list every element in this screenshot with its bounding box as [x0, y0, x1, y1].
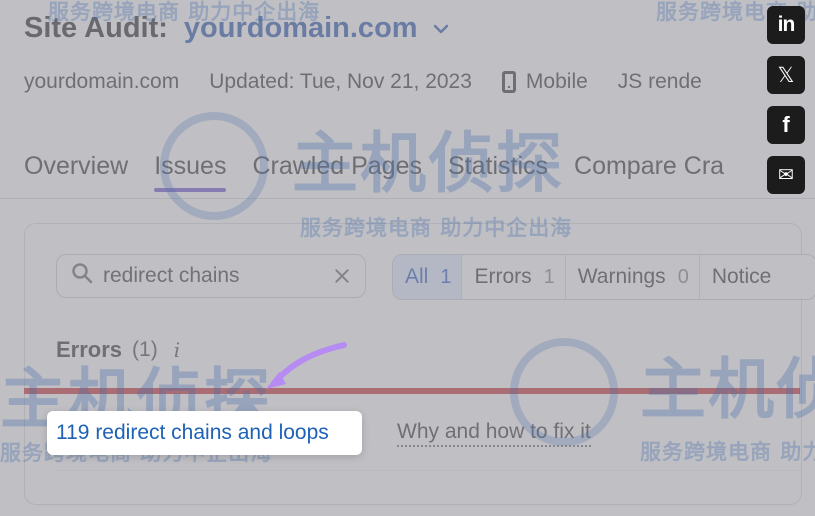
tabs-divider	[0, 198, 815, 199]
issue-filter-group: All 1 Errors 1 Warnings 0 Notice	[392, 254, 815, 300]
page-header: Site Audit: yourdomain.com	[24, 12, 450, 45]
x-icon[interactable]: 𝕏	[767, 56, 805, 94]
linkedin-icon[interactable]: in	[767, 6, 805, 44]
meta-device-label: Mobile	[525, 70, 588, 93]
highlighted-issue-box[interactable]: 119 redirect chains and loops	[47, 411, 362, 455]
facebook-glyph: f	[782, 112, 790, 137]
error-severity-bar	[24, 388, 800, 394]
filter-count: 1	[440, 265, 452, 288]
filter-notices[interactable]: Notice	[700, 255, 782, 299]
mobile-icon	[501, 71, 516, 93]
clear-icon[interactable]	[333, 267, 351, 285]
search-icon	[71, 262, 93, 290]
row-divider	[56, 470, 801, 471]
search-input[interactable]: redirect chains	[56, 254, 366, 298]
tab-crawled-pages[interactable]: Crawled Pages	[252, 152, 422, 191]
meta-row: yourdomain.com Updated: Tue, Nov 21, 202…	[24, 70, 702, 94]
errors-title: Errors	[56, 337, 123, 362]
filter-label: All	[405, 265, 429, 288]
chevron-down-icon[interactable]	[432, 20, 450, 38]
filter-errors[interactable]: Errors 1	[462, 255, 566, 299]
filter-all[interactable]: All 1	[393, 255, 463, 299]
watermark-logo-icon	[160, 112, 268, 220]
filter-count: 1	[543, 265, 555, 288]
filter-label: Errors	[474, 265, 532, 288]
meta-js-render: JS rende	[617, 70, 702, 93]
social-share-rail: in 𝕏 f ✉	[767, 6, 805, 194]
errors-section-header: Errors (1) i	[56, 337, 180, 363]
facebook-icon[interactable]: f	[767, 106, 805, 144]
watermark-logo-icon	[510, 338, 618, 446]
page-title-label: Site Audit:	[24, 12, 168, 44]
errors-count: (1)	[132, 338, 158, 361]
linkedin-glyph: in	[777, 13, 796, 36]
info-icon[interactable]: i	[174, 338, 180, 362]
meta-device: Mobile	[501, 70, 588, 94]
email-icon[interactable]: ✉	[767, 156, 805, 194]
filter-count: 0	[677, 265, 689, 288]
redirect-chains-link[interactable]: 119 redirect chains and loops	[56, 421, 329, 445]
tab-overview[interactable]: Overview	[24, 152, 128, 191]
filter-warnings[interactable]: Warnings 0	[566, 255, 700, 299]
tab-statistics[interactable]: Statistics	[448, 152, 548, 191]
search-value[interactable]: redirect chains	[103, 264, 323, 288]
tabs: Overview Issues Crawled Pages Statistics…	[24, 152, 724, 192]
email-glyph: ✉	[778, 164, 794, 186]
annotation-arrow-icon	[266, 342, 347, 389]
filter-label: Notice	[711, 265, 772, 288]
filter-label: Warnings	[577, 265, 666, 288]
meta-domain: yourdomain.com	[24, 70, 180, 93]
x-glyph: 𝕏	[777, 63, 795, 87]
tab-compare-crawls[interactable]: Compare Cra	[574, 152, 724, 191]
domain-switcher[interactable]: yourdomain.com	[184, 12, 418, 45]
meta-updated: Updated: Tue, Nov 21, 2023	[209, 70, 472, 93]
